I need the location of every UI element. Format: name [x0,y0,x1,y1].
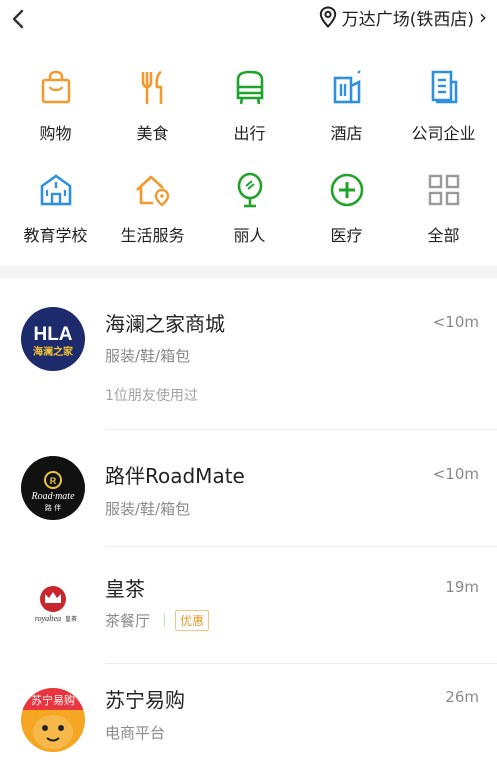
logo-text: 苏宁易购 [31,693,75,707]
fork-knife-icon [141,70,162,104]
place-distance: <10m [432,313,479,331]
category-travel[interactable]: 出行 [201,68,298,160]
place-logo: 苏宁易购 [21,688,85,752]
place-logo: royaltea 皇茶 [21,573,85,637]
discount-badge: 优惠 [175,610,210,631]
category-label: 公司企业 [411,124,476,143]
place-item[interactable]: royaltea 皇茶 皇茶 茶餐厅 优惠 19m [0,547,497,664]
mirror-icon [237,172,262,208]
category-beauty[interactable]: 丽人 [201,170,298,262]
logo-subtext: 海澜之家 [33,345,74,358]
school-icon [40,174,71,206]
chevron-right-icon: › [479,5,487,29]
category-label: 出行 [233,124,266,143]
office-document-icon [431,70,457,104]
logo-text: Road·mate [30,491,75,502]
category-company[interactable]: 公司企业 [395,68,492,160]
map-pin-icon [319,6,336,28]
category-label: 教育学校 [23,226,88,245]
category-all[interactable]: 全部 [395,170,492,262]
place-category: 服装/鞋/箱包 [105,347,191,365]
category-label: 购物 [39,124,72,143]
category-label: 全部 [427,226,460,245]
category-life-services[interactable]: 生活服务 [104,170,201,262]
medical-plus-icon [330,173,363,207]
tag-separator [164,613,165,627]
place-distance: 19m [445,578,479,596]
place-item[interactable]: HLA 海澜之家 海澜之家商城 服装/鞋/箱包 1位朋友使用过 <10m [0,278,497,430]
place-name: 海澜之家商城 [105,312,225,336]
place-name: 皇茶 [105,577,145,601]
bus-icon [236,70,263,105]
grid-icon [428,174,459,206]
logo-subtext: 路 伴 [45,503,61,512]
logo-text: HLA [33,324,72,345]
svg-text:R: R [50,476,57,486]
location-label: 万达广场(铁西店) [341,9,474,30]
category-medical[interactable]: 医疗 [298,170,395,262]
category-label: 酒店 [330,124,363,143]
category-label: 医疗 [330,226,363,245]
category-label: 美食 [136,124,169,143]
place-item[interactable]: 苏宁易购 苏宁易购 电商平台 26m [0,664,497,760]
category-label: 丽人 [233,226,266,245]
category-hotel[interactable]: 酒店 [298,68,395,160]
section-separator [0,266,497,278]
home-location-icon [135,175,169,207]
place-name: 苏宁易购 [105,688,185,712]
chevron-left-icon [12,9,24,29]
place-category: 茶餐厅 [105,612,151,630]
place-logo: HLA 海澜之家 [21,307,85,371]
back-button[interactable] [6,6,30,32]
shopping-bag-icon [41,70,70,104]
place-distance: 26m [445,688,479,706]
hotel-building-icon [333,70,361,104]
place-distance: <10m [432,465,479,483]
logo-subtext: 皇茶 [65,615,77,623]
friends-visited: 1位朋友使用过 [105,388,198,404]
location-selector[interactable]: 万达广场(铁西店) › [319,4,487,30]
category-label: 生活服务 [120,226,185,245]
category-education[interactable]: 教育学校 [7,170,104,262]
place-name: 路伴RoadMate [105,464,245,488]
place-logo: R Road·mate 路 伴 [21,456,85,520]
place-category: 电商平台 [105,724,166,742]
logo-text: royaltea [35,614,61,623]
category-shopping[interactable]: 购物 [7,68,104,160]
place-category: 服装/鞋/箱包 [105,500,191,518]
place-item[interactable]: R Road·mate 路 伴 路伴RoadMate 服装/鞋/箱包 <10m [0,430,497,547]
top-bar: 万达广场(铁西店) › [0,0,497,40]
category-food[interactable]: 美食 [104,68,201,160]
